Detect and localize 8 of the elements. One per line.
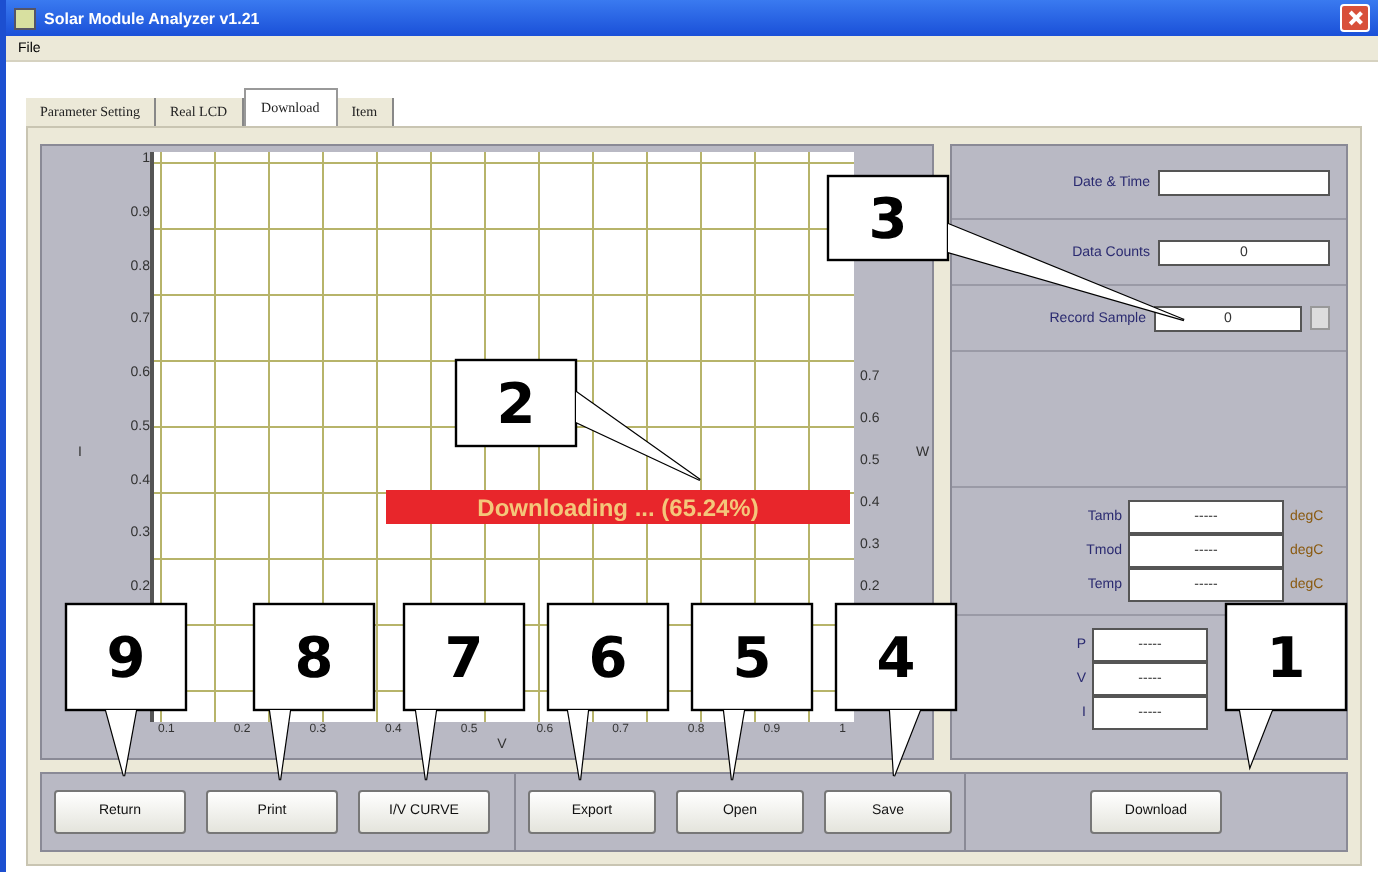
callout: 1 (1224, 602, 1348, 771)
spin-button[interactable] (1310, 306, 1330, 330)
app-icon (14, 7, 36, 29)
input-field[interactable] (1158, 169, 1330, 195)
download-status: Downloading ... (65.24%) (386, 490, 850, 524)
callout: 2 (454, 358, 702, 482)
close-icon[interactable] (1340, 4, 1370, 32)
window-title: Solar Module Analyzer v1.21 (44, 9, 262, 27)
